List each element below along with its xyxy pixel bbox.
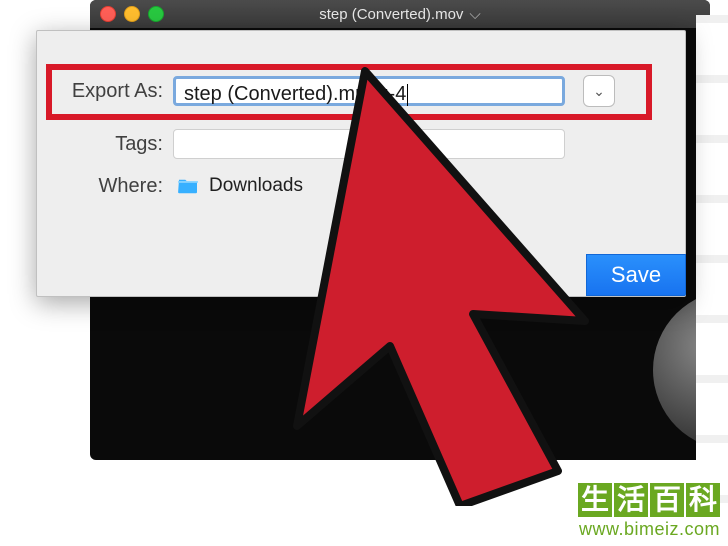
tags-input[interactable] bbox=[173, 129, 565, 159]
chevron-down-icon: ⌄ bbox=[593, 83, 605, 100]
save-button-label: Save bbox=[611, 262, 661, 288]
dropdown-caret-icon: ⌵ bbox=[469, 6, 480, 23]
save-button[interactable]: Save bbox=[586, 254, 686, 296]
window-titlebar: step (Converted).mov ⌵ bbox=[90, 0, 710, 28]
watermark-char: 生 bbox=[578, 483, 612, 517]
expand-save-panel-button[interactable]: ⌄ bbox=[583, 75, 615, 107]
close-window-icon[interactable] bbox=[100, 6, 116, 22]
window-title: step (Converted).mov bbox=[319, 6, 463, 23]
watermark-char: 百 bbox=[650, 483, 684, 517]
export-as-value: step (Converted).mpeg-4 bbox=[184, 83, 406, 105]
folder-icon bbox=[177, 177, 199, 195]
export-sheet: Export As: step (Converted).mpeg-4 ⌄ Tag… bbox=[36, 30, 686, 297]
maximize-window-icon[interactable] bbox=[148, 6, 164, 22]
export-as-input[interactable]: step (Converted).mpeg-4 bbox=[173, 76, 565, 106]
where-select[interactable]: Downloads bbox=[173, 171, 565, 201]
where-value: Downloads bbox=[209, 175, 303, 197]
export-as-label: Export As: bbox=[53, 80, 163, 103]
film-strip-decoration bbox=[696, 15, 728, 546]
traffic-lights[interactable] bbox=[100, 6, 164, 22]
minimize-window-icon[interactable] bbox=[124, 6, 140, 22]
tags-label: Tags: bbox=[53, 133, 163, 156]
watermark-char: 活 bbox=[614, 483, 648, 517]
where-label: Where: bbox=[53, 175, 163, 198]
text-caret bbox=[407, 84, 408, 106]
